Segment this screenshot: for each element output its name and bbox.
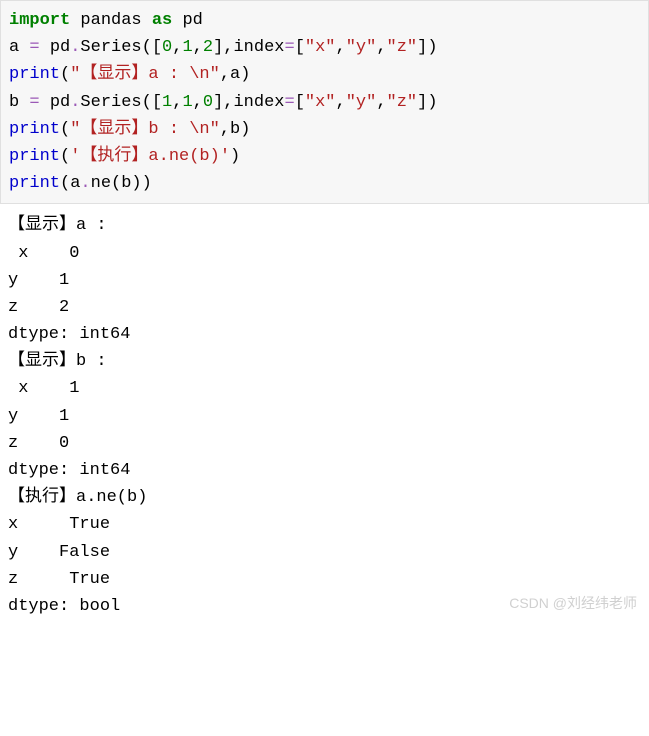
code-line-4: b = pd.Series([1,1,0],index=["x","y","z"… <box>9 93 438 112</box>
str-show-b: "【显示】b : \n" <box>70 120 220 139</box>
output-block: 【显示】a : x 0 y 1 z 2 dtype: int64 【显示】b :… <box>0 208 649 624</box>
str-exec: '【执行】a.ne(b)' <box>70 147 230 166</box>
comma: , <box>336 93 346 112</box>
out-e-dtype: dtype: bool <box>8 597 120 616</box>
num-1: 1 <box>182 38 192 57</box>
module-name: pandas <box>70 11 152 30</box>
num-1: 1 <box>162 93 172 112</box>
alias: pd <box>172 11 203 30</box>
comma: , <box>193 38 203 57</box>
paren-close: ]) <box>417 93 437 112</box>
out-a-z: z 2 <box>8 298 69 317</box>
num-1: 1 <box>182 93 192 112</box>
fn-print: print <box>9 65 60 84</box>
method-ne: ne <box>91 174 111 193</box>
paren-close: ]) <box>417 38 437 57</box>
op-assign: = <box>29 93 49 112</box>
param-index: ],index <box>213 38 284 57</box>
out-e-z: z True <box>8 570 110 589</box>
out-b-dtype: dtype: int64 <box>8 461 130 480</box>
out-b-header: 【显示】b : <box>8 352 107 371</box>
obj-pd: pd <box>50 93 70 112</box>
comma: , <box>336 38 346 57</box>
comma: , <box>376 38 386 57</box>
comma: , <box>172 93 182 112</box>
op-assign: = <box>284 38 294 57</box>
str-y: "y" <box>346 38 377 57</box>
str-x: "x" <box>305 38 336 57</box>
paren-open: ([ <box>142 38 162 57</box>
out-a-dtype: dtype: int64 <box>8 325 130 344</box>
paren-open: ([ <box>142 93 162 112</box>
var-a: a <box>9 38 29 57</box>
out-a-x: x 0 <box>8 244 79 263</box>
out-e-y: y False <box>8 543 110 562</box>
keyword-as: as <box>152 11 172 30</box>
fn-print: print <box>9 174 60 193</box>
param-index: ],index <box>213 93 284 112</box>
out-b-y: y 1 <box>8 407 69 426</box>
keyword-import: import <box>9 11 70 30</box>
code-line-2: a = pd.Series([0,1,2],index=["x","y","z"… <box>9 38 438 57</box>
out-e-x: x True <box>8 515 110 534</box>
op-dot: . <box>70 38 80 57</box>
var-b: b <box>9 93 29 112</box>
out-a-header: 【显示】a : <box>8 216 107 235</box>
paren-open: ( <box>60 65 70 84</box>
paren-open: ( <box>60 147 70 166</box>
out-b-x: x 1 <box>8 379 79 398</box>
str-z: "z" <box>387 93 418 112</box>
rest: ,b) <box>220 120 251 139</box>
bracket-open: [ <box>295 38 305 57</box>
code-line-7: print(a.ne(b)) <box>9 174 152 193</box>
paren-open: (a <box>60 174 80 193</box>
rest: ,a) <box>220 65 251 84</box>
fn-series: Series <box>80 93 141 112</box>
code-block: import pandas as pd a = pd.Series([0,1,2… <box>0 0 649 204</box>
str-x: "x" <box>305 93 336 112</box>
comma: , <box>172 38 182 57</box>
fn-print: print <box>9 147 60 166</box>
comma: , <box>376 93 386 112</box>
str-z: "z" <box>387 38 418 57</box>
paren-open: ( <box>60 120 70 139</box>
op-dot: . <box>70 93 80 112</box>
code-line-6: print('【执行】a.ne(b)') <box>9 147 240 166</box>
str-show-a: "【显示】a : \n" <box>70 65 220 84</box>
code-line-1: import pandas as pd <box>9 11 203 30</box>
rest: ) <box>230 147 240 166</box>
num-0: 0 <box>203 93 213 112</box>
fn-print: print <box>9 120 60 139</box>
fn-series: Series <box>80 38 141 57</box>
out-exec-header: 【执行】a.ne(b) <box>8 488 147 507</box>
comma: , <box>193 93 203 112</box>
op-dot: . <box>80 174 90 193</box>
num-0: 0 <box>162 38 172 57</box>
code-line-3: print("【显示】a : \n",a) <box>9 65 250 84</box>
paren-close: (b)) <box>111 174 152 193</box>
num-2: 2 <box>203 38 213 57</box>
out-b-z: z 0 <box>8 434 69 453</box>
op-assign: = <box>29 38 49 57</box>
str-y: "y" <box>346 93 377 112</box>
bracket-open: [ <box>295 93 305 112</box>
out-a-y: y 1 <box>8 271 69 290</box>
obj-pd: pd <box>50 38 70 57</box>
code-line-5: print("【显示】b : \n",b) <box>9 120 250 139</box>
op-assign: = <box>284 93 294 112</box>
